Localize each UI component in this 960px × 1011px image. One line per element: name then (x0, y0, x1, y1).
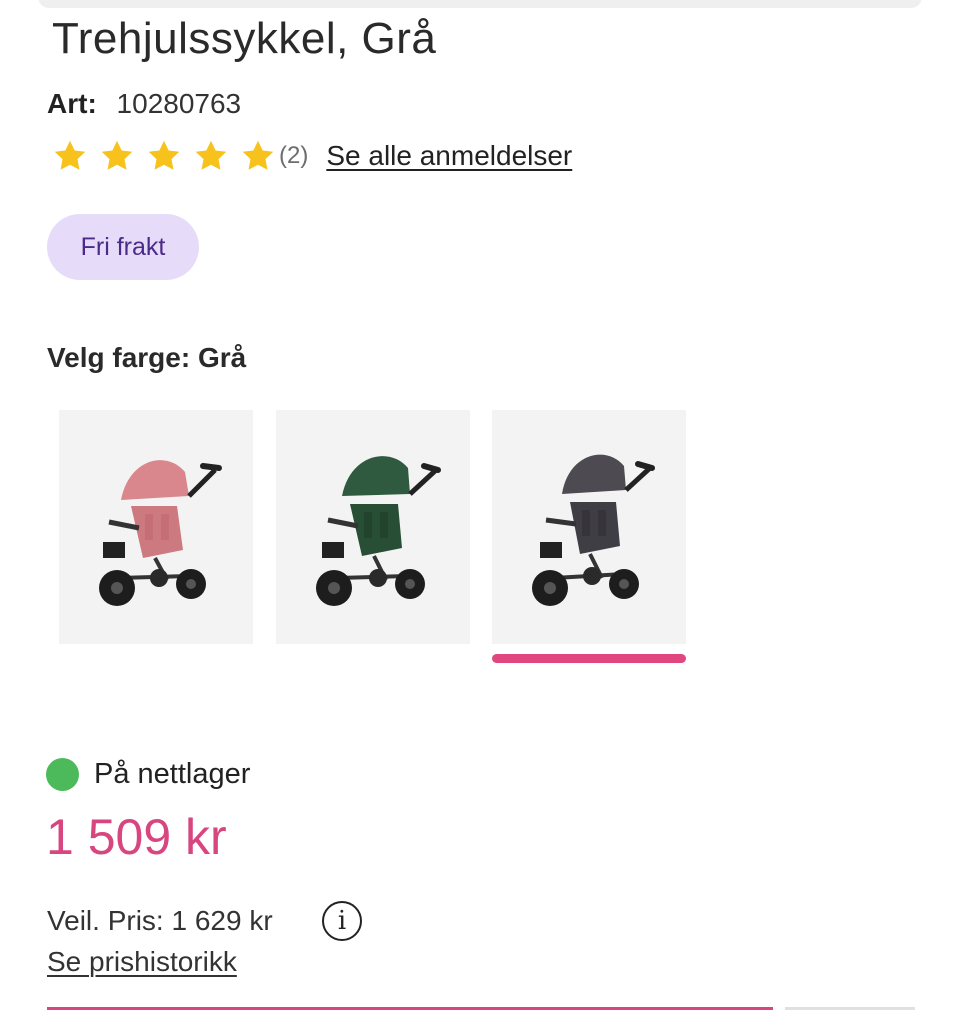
see-all-reviews-link[interactable]: Se alle anmeldelser (326, 140, 572, 172)
star-icon (240, 138, 276, 174)
review-count: (2) (279, 142, 309, 169)
info-icon[interactable]: i (322, 901, 362, 941)
article-number-label: Art: (47, 88, 97, 119)
price-history-link[interactable]: Se prishistorikk (47, 946, 237, 978)
article-number-value: 10280763 (116, 88, 242, 119)
star-icon (99, 138, 135, 174)
article-number-row: Art: 10280763 (47, 88, 241, 120)
star-icon (193, 138, 229, 174)
tricycle-pink-image (59, 410, 253, 644)
tricycle-grey-image (492, 410, 686, 644)
selected-color-indicator (492, 654, 686, 663)
recommended-price: Veil. Pris: 1 629 kr (47, 905, 273, 936)
stock-status: På nettlager (46, 758, 250, 791)
in-stock-dot-icon (46, 758, 79, 791)
stock-status-text: På nettlager (94, 758, 251, 790)
rating-row: (2) Se alle anmeldelser (52, 136, 572, 176)
color-option-grey[interactable] (492, 410, 686, 644)
rating-stars (52, 138, 287, 174)
color-option-green[interactable] (276, 410, 470, 644)
star-icon (52, 138, 88, 174)
free-shipping-badge: Fri frakt (47, 214, 199, 280)
color-picker-heading: Velg farge: Grå (47, 342, 247, 373)
color-option-pink[interactable] (59, 410, 253, 644)
tricycle-green-image (276, 410, 470, 644)
star-icon (146, 138, 182, 174)
tab-underline-inactive (785, 1007, 915, 1010)
product-page: Trehjulssykkel, Grå Art: 10280763 (2) Se… (0, 0, 960, 1011)
product-title: Trehjulssykkel, Grå (52, 14, 437, 63)
tab-underline-active (47, 1007, 773, 1010)
top-search-bar[interactable] (38, 0, 922, 8)
current-price: 1 509 kr (46, 809, 227, 865)
